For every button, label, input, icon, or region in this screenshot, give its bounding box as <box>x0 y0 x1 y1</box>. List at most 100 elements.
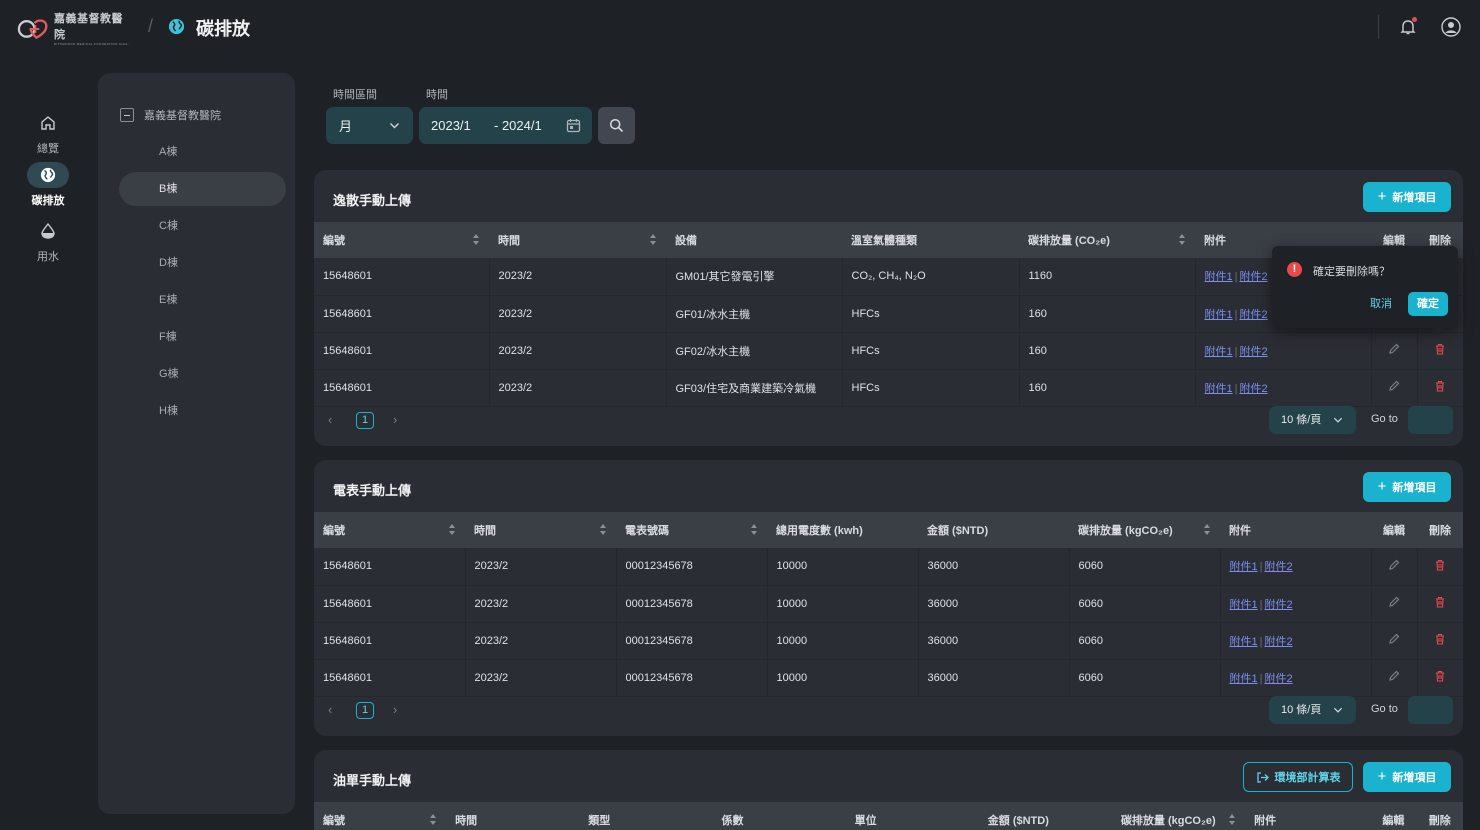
column-header[interactable]: 編號 <box>314 802 447 830</box>
cell-delete <box>1417 585 1463 623</box>
pencil-icon[interactable] <box>1388 559 1400 571</box>
column-header[interactable]: 時間 <box>465 512 616 548</box>
cell-id: 15648601 <box>314 258 490 296</box>
page-number[interactable]: 1 <box>356 702 374 719</box>
attachment-link[interactable]: 附件1 <box>1205 309 1233 321</box>
chevron-left-icon[interactable]: ‹ <box>328 412 332 427</box>
goto-input[interactable] <box>1408 696 1453 724</box>
sort-icon[interactable] <box>430 814 437 826</box>
column-header[interactable]: 電表號碼 <box>616 512 767 548</box>
column-header[interactable]: 時間 <box>489 222 666 258</box>
attachment-link[interactable]: 附件1 <box>1230 599 1258 611</box>
column-header: 刪除 <box>1417 512 1463 548</box>
sort-icon[interactable] <box>1204 524 1211 536</box>
tree-item[interactable]: G棟 <box>119 357 286 391</box>
period-select[interactable]: 月 <box>326 107 413 144</box>
tree-item[interactable]: D棟 <box>119 246 286 280</box>
column-header[interactable]: 碳排放量 (kgCO₂e) <box>1069 512 1220 548</box>
warning-icon: ! <box>1287 262 1302 277</box>
cell-gas: CO₂, CH₄, N₂O <box>842 258 1020 296</box>
add-item-button[interactable]: + 新增項目 <box>1363 472 1451 502</box>
attachment-link[interactable]: 附件1 <box>1205 271 1233 283</box>
date-range-picker[interactable]: 2023/1 - 2024/1 <box>419 107 592 144</box>
pencil-icon[interactable] <box>1388 380 1400 392</box>
cell-device: GF03/住宅及商業建築冷氣機 <box>666 369 843 407</box>
tree-item[interactable]: E棟 <box>119 283 286 317</box>
pencil-icon[interactable] <box>1388 670 1400 682</box>
collapse-icon[interactable] <box>120 108 134 122</box>
sort-icon[interactable] <box>1229 814 1236 826</box>
cell-time: 2023/2 <box>465 585 617 623</box>
sort-icon[interactable] <box>1179 234 1186 246</box>
cancel-button[interactable]: 取消 <box>1370 295 1392 311</box>
rail-item-overview[interactable]: 總覽 <box>24 110 72 156</box>
attachment-link[interactable]: 附件2 <box>1239 309 1267 321</box>
pencil-icon[interactable] <box>1388 596 1400 608</box>
range-end[interactable]: - 2024/1 <box>494 118 542 133</box>
chevron-left-icon[interactable]: ‹ <box>328 702 332 717</box>
search-button[interactable] <box>598 107 635 144</box>
globe-icon <box>168 18 185 35</box>
add-item-button[interactable]: + 新增項目 <box>1363 762 1451 792</box>
attachment-link[interactable]: 附件1 <box>1230 673 1258 685</box>
plus-icon: + <box>1377 768 1387 785</box>
tree-root[interactable]: 嘉義基督教醫院 <box>120 107 221 123</box>
pencil-icon[interactable] <box>1388 633 1400 645</box>
chevron-right-icon[interactable]: › <box>393 412 397 427</box>
cell-delete <box>1417 659 1463 697</box>
logo-name-en: DITMANSON MEDICAL FOUNDATION CHIA-YI CHR… <box>53 42 129 46</box>
tree-item[interactable]: H棟 <box>119 394 286 428</box>
attachment-link[interactable]: 附件2 <box>1264 599 1292 611</box>
attachment-link[interactable]: 附件2 <box>1264 673 1292 685</box>
tree-item[interactable]: F棟 <box>119 320 286 354</box>
trash-icon[interactable] <box>1434 670 1446 682</box>
attachment-link[interactable]: 附件2 <box>1264 636 1292 648</box>
sort-icon[interactable] <box>600 524 607 536</box>
sort-icon[interactable] <box>650 234 657 246</box>
cell-emission: 6060 <box>1069 659 1221 697</box>
tree-item[interactable]: B棟 <box>119 172 286 206</box>
tree-item[interactable]: C棟 <box>119 209 286 243</box>
page-size-select[interactable]: 10 條/頁 <box>1269 696 1356 724</box>
sort-icon[interactable] <box>473 234 480 246</box>
trash-icon[interactable] <box>1434 559 1446 571</box>
hospital-logo[interactable]: 嘉義基督教醫院 DITMANSON MEDICAL FOUNDATION CHI… <box>17 13 132 46</box>
page-title: 碳排放 <box>196 19 250 39</box>
user-icon[interactable] <box>1441 17 1461 37</box>
column-header[interactable]: 碳排放量 (kgCO₂e) <box>1111 802 1246 830</box>
chevron-right-icon[interactable]: › <box>393 702 397 717</box>
cell-attachments: 附件1 | 附件2 <box>1220 585 1372 623</box>
attachment-link[interactable]: 附件2 <box>1239 383 1267 395</box>
confirm-button[interactable]: 確定 <box>1408 292 1448 316</box>
trash-icon[interactable] <box>1434 343 1446 355</box>
attachment-link[interactable]: 附件2 <box>1239 346 1267 358</box>
attachment-link[interactable]: 附件1 <box>1205 383 1233 395</box>
attachment-link[interactable]: 附件1 <box>1230 561 1258 573</box>
trash-icon[interactable] <box>1434 380 1446 392</box>
cell-device: GM01/其它發電引擎 <box>666 258 843 296</box>
cell-edit <box>1371 548 1418 586</box>
rail-item-water[interactable]: 用水 <box>24 218 72 264</box>
pencil-icon[interactable] <box>1388 343 1400 355</box>
column-header[interactable]: 編號 <box>314 512 465 548</box>
column-header[interactable]: 編號 <box>314 222 489 258</box>
attachment-link[interactable]: 附件2 <box>1239 271 1267 283</box>
column-header[interactable]: 碳排放量 (CO₂e) <box>1019 222 1195 258</box>
page-size-select[interactable]: 10 條/頁 <box>1269 406 1356 434</box>
range-start[interactable]: 2023/1 <box>431 118 471 133</box>
trash-icon[interactable] <box>1434 633 1446 645</box>
page-number[interactable]: 1 <box>356 412 374 429</box>
add-item-button[interactable]: + 新增項目 <box>1363 182 1451 212</box>
tree-item[interactable]: A棟 <box>119 135 286 169</box>
attachment-link[interactable]: 附件1 <box>1205 346 1233 358</box>
calc-sheet-button[interactable]: 環境部計算表 <box>1243 762 1353 792</box>
attachment-link[interactable]: 附件2 <box>1264 561 1292 573</box>
table-header-row: 編號 時間 電表號碼 總用電度數 (kwh) 金額 ($NTD) 碳排放量 (k… <box>314 512 1463 548</box>
sort-icon[interactable] <box>751 524 758 536</box>
rail-item-carbon[interactable]: 碳排放 <box>24 162 72 208</box>
cell-edit <box>1371 622 1418 660</box>
trash-icon[interactable] <box>1434 596 1446 608</box>
attachment-link[interactable]: 附件1 <box>1230 636 1258 648</box>
goto-input[interactable] <box>1408 406 1453 434</box>
sort-icon[interactable] <box>449 524 456 536</box>
